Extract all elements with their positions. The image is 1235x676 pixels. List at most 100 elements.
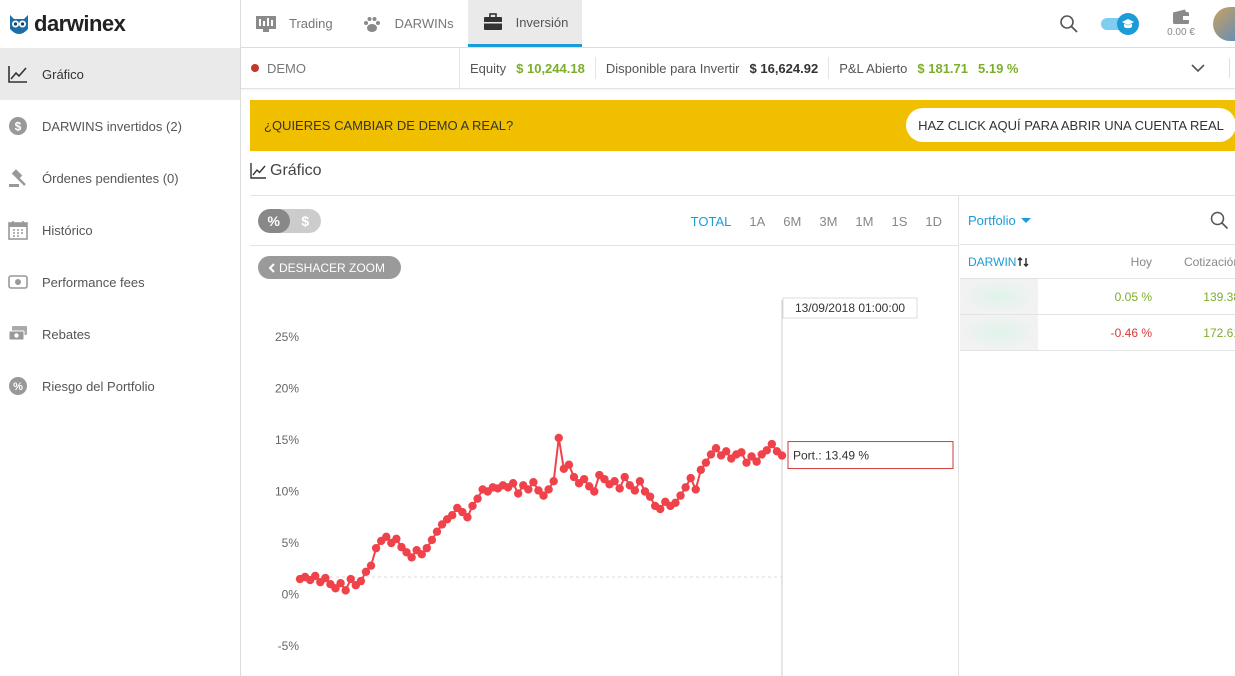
data-point — [473, 494, 482, 503]
range-3m[interactable]: 3M — [819, 214, 837, 229]
data-point — [656, 504, 665, 514]
range-1m[interactable]: 1M — [855, 214, 873, 229]
search-icon[interactable] — [1057, 12, 1081, 36]
owl-logo-icon — [10, 15, 28, 34]
y-tick-label: -5% — [278, 639, 300, 653]
portfolio-chart[interactable]: 25%20%15%10%5%0%-5% 13/09/2018 01:00:00 … — [250, 292, 959, 676]
table-header: DARWIN Hoy Cotización — [960, 245, 1235, 279]
data-point — [620, 472, 629, 482]
add-icon[interactable] — [1229, 58, 1235, 78]
data-point — [448, 510, 457, 520]
equity-value: $ 10,244.18 — [516, 60, 585, 76]
sidebar-item-label: Performance fees — [42, 274, 145, 290]
top-navigation: Trading DARWINs Inversión 0.00 € — [241, 0, 1235, 48]
data-point — [630, 486, 640, 495]
calendar-icon — [8, 220, 28, 240]
data-point — [371, 543, 381, 553]
wallet-button[interactable]: 0.00 € — [1161, 9, 1201, 38]
equity: Equity $ 10,244.18 — [460, 57, 596, 79]
data-point — [676, 491, 685, 500]
sidebar-item-historico[interactable]: Histórico — [0, 204, 240, 256]
data-point — [615, 484, 624, 493]
unit-dollar-option[interactable]: $ — [290, 209, 322, 233]
sidebar-item-label: Gráfico — [42, 66, 84, 82]
portfolio-header: Portfolio — [960, 196, 1235, 245]
table-row[interactable]: -0.46 % 172.61 — [960, 315, 1235, 351]
logo[interactable]: darwinex — [0, 0, 240, 48]
data-point — [549, 477, 558, 486]
data-point — [392, 534, 401, 544]
cash-stack-icon — [8, 324, 28, 344]
column-hoy[interactable]: Hoy — [1131, 245, 1152, 278]
paw-icon — [361, 15, 383, 33]
column-darwin-label: DARWIN — [968, 254, 1017, 269]
available-label: Disponible para Invertir — [605, 60, 740, 76]
range-1a[interactable]: 1A — [749, 214, 765, 229]
row-quote: 172.61 — [1203, 325, 1235, 340]
upgrade-banner: ¿QUIERES CAMBIAR DE DEMO A REAL? HAZ CLI… — [250, 100, 1235, 151]
svg-text:$: $ — [15, 120, 22, 134]
sidebar-item-ordenes-pendientes[interactable]: Órdenes pendientes (0) — [0, 152, 240, 204]
monitor-chart-icon — [255, 15, 277, 33]
chevron-down-icon[interactable] — [1187, 57, 1209, 79]
banknote-icon — [8, 272, 28, 292]
range-total[interactable]: TOTAL — [691, 214, 732, 229]
tab-inversion[interactable]: Inversión — [467, 0, 583, 47]
data-point — [366, 561, 376, 570]
equity-label: Equity — [470, 60, 507, 76]
data-point — [407, 553, 416, 562]
percent-circle-icon: % — [8, 376, 28, 396]
sidebar-item-performance-fees[interactable]: Performance fees — [0, 256, 240, 308]
data-point — [529, 478, 538, 487]
y-tick-label: 0% — [282, 588, 300, 602]
data-point — [701, 458, 711, 467]
tab-trading[interactable]: Trading — [241, 0, 347, 47]
data-point — [767, 439, 777, 449]
search-icon[interactable] — [1209, 210, 1229, 230]
sidebar-item-grafico[interactable]: Gráfico — [0, 48, 240, 100]
unit-toggle: % $ — [258, 209, 321, 233]
range-1d[interactable]: 1D — [925, 214, 942, 229]
data-point — [671, 498, 680, 508]
column-cotizacion[interactable]: Cotización — [1184, 245, 1235, 278]
pnl: P&L Abierto $ 181.71 5.19 % — [829, 57, 1028, 79]
account-bar: DEMO Equity $ 10,244.18 Disponible para … — [241, 48, 1235, 89]
data-point — [513, 489, 523, 498]
chart-tooltip: Port.: 13.49 % — [787, 441, 954, 470]
avatar[interactable] — [1213, 6, 1235, 41]
sidebar-item-rebates[interactable]: Rebates — [0, 308, 240, 360]
sort-icon — [1017, 256, 1029, 267]
range-6m[interactable]: 6M — [783, 214, 801, 229]
column-darwin[interactable]: DARWIN — [968, 245, 1029, 278]
account-mode[interactable]: DEMO — [241, 48, 460, 88]
pnl-label: P&L Abierto — [839, 60, 908, 76]
y-tick-label: 10% — [275, 485, 299, 499]
table-row[interactable]: 0.05 % 139.38 — [960, 279, 1235, 315]
portfolio-dropdown[interactable]: Portfolio — [968, 213, 1016, 228]
unit-percent-option[interactable]: % — [258, 209, 290, 233]
sidebar-item-label: Histórico — [42, 222, 93, 238]
data-point — [432, 527, 442, 536]
open-real-account-button[interactable]: HAZ CLICK AQUÍ PARA ABRIR UNA CUENTA REA… — [906, 108, 1235, 142]
section-header: Gráfico — [250, 162, 322, 180]
row-quote: 139.38 — [1203, 289, 1235, 304]
caret-down-icon[interactable] — [1020, 217, 1031, 223]
data-point — [590, 487, 599, 496]
sidebar-item-riesgo-portfolio[interactable]: % Riesgo del Portfolio — [0, 360, 240, 412]
data-point — [721, 447, 731, 456]
tab-label: DARWINs — [394, 16, 454, 31]
wallet-amount: 0.00 € — [1167, 27, 1195, 38]
y-axis: 25% 20% 15% 10% 5% 0% -5% — [275, 330, 299, 653]
crosshair-date-text: 13/09/2018 01:00:00 — [795, 301, 905, 315]
range-1s[interactable]: 1S — [891, 214, 907, 229]
tab-label: Trading — [289, 16, 333, 31]
undo-zoom-button[interactable]: DESHACER ZOOM — [258, 256, 402, 279]
sidebar-item-label: Riesgo del Portfolio — [42, 378, 155, 394]
sidebar-item-darwins-invertidos[interactable]: $ DARWINS invertidos (2) — [0, 100, 240, 152]
academy-toggle[interactable] — [1101, 12, 1141, 35]
y-tick-label: 5% — [282, 536, 300, 550]
chart-panel: % $ TOTAL 1A 6M 3M 1M 1S 1D DESHACER ZOO… — [250, 196, 959, 676]
y-tick-label: 20% — [275, 382, 299, 396]
available-value: $ 16,624.92 — [749, 60, 819, 76]
tab-darwins[interactable]: DARWINs — [347, 0, 468, 47]
